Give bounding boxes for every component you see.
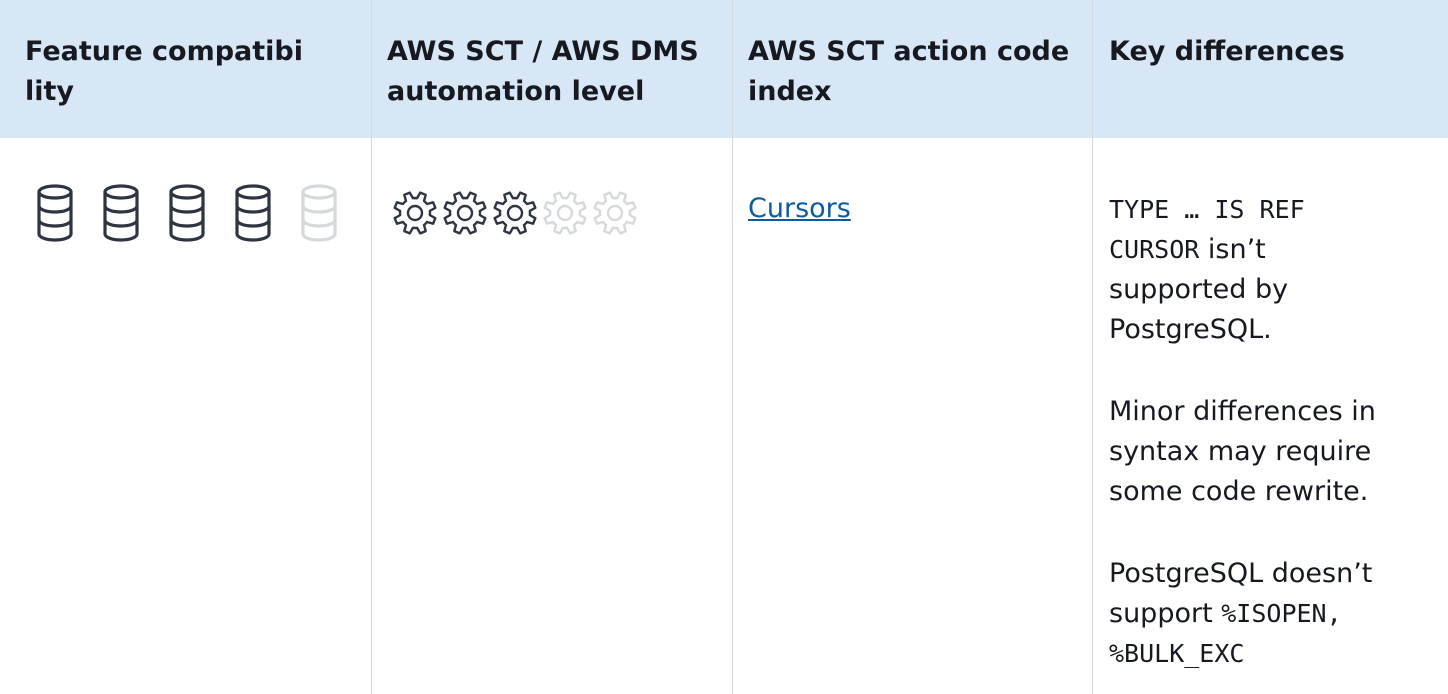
key-difference-ref-cursor: TYPE … IS REF CURSOR isn’t supported by …	[1109, 190, 1305, 350]
code-bulk-exc: %BULK_EXC	[1109, 639, 1245, 668]
text-line: PostgreSQL doesn’t	[1109, 558, 1373, 589]
code-cursor: CURSOR	[1109, 235, 1200, 264]
gear-icon	[443, 191, 487, 235]
cursors-link[interactable]: Cursors	[748, 189, 851, 229]
text-line: syntax may require	[1109, 436, 1372, 467]
comparison-table: Feature compatibi lity AWS SCT / AWS DMS…	[0, 0, 1448, 694]
text-line: Minor differences in	[1109, 396, 1376, 427]
header-feature-compatibility: Feature compatibi lity	[25, 36, 304, 107]
column-divider	[371, 0, 372, 694]
gear-icon	[543, 191, 587, 235]
database-icon	[37, 184, 73, 242]
header-action-code-index: AWS SCT action code index	[748, 36, 1070, 107]
text-line: some code rewrite.	[1109, 476, 1369, 507]
header-automation-level: AWS SCT / AWS DMS automation level	[387, 36, 699, 107]
gear-icon	[593, 191, 637, 235]
code-isopen: %ISOPEN,	[1221, 599, 1342, 628]
header-key-differences: Key differences	[1109, 36, 1345, 67]
database-icon	[103, 184, 139, 242]
gear-icon	[393, 191, 437, 235]
gear-icon	[493, 191, 537, 235]
automation-level-rating	[385, 166, 707, 260]
feature-compatibility-rating	[25, 166, 347, 260]
column-divider	[1092, 0, 1093, 694]
database-icon	[235, 184, 271, 242]
text-postgresql: PostgreSQL.	[1109, 314, 1272, 345]
text-support: support	[1109, 598, 1222, 629]
key-difference-syntax: Minor differences in syntax may require …	[1109, 392, 1376, 512]
text-isnt: isn’t	[1199, 234, 1266, 265]
column-divider	[732, 0, 733, 694]
key-difference-isopen: PostgreSQL doesn’t support %ISOPEN, %BUL…	[1109, 554, 1372, 674]
database-icon	[169, 184, 205, 242]
database-icon	[301, 184, 337, 242]
text-supported-by: supported by	[1109, 274, 1289, 305]
code-type-is-ref: TYPE … IS REF	[1109, 195, 1305, 224]
